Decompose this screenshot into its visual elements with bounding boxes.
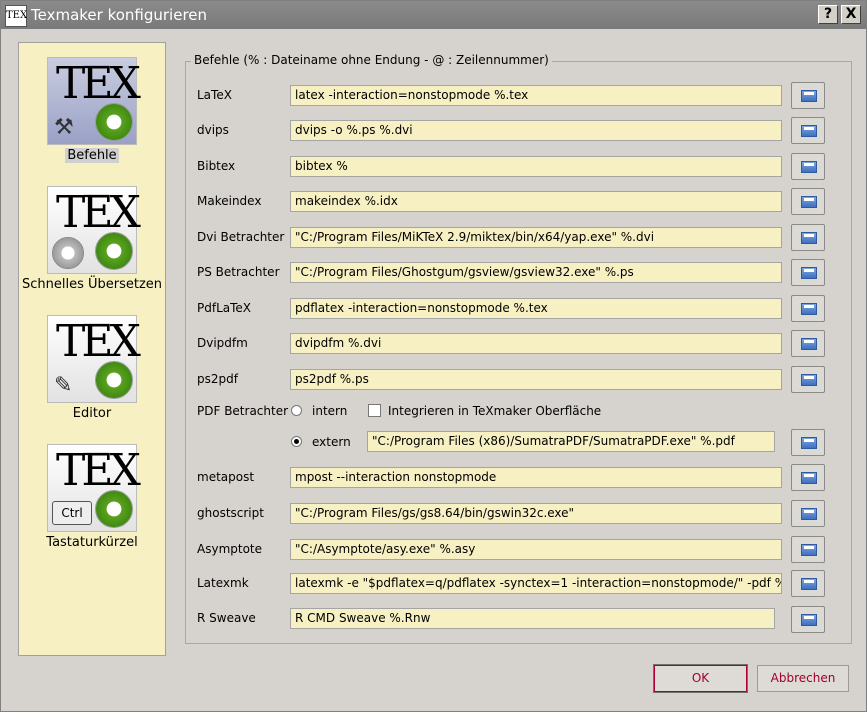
browse-button[interactable] [791,259,825,286]
ctrl-key-icon: Ctrl [52,501,92,525]
gear-icon [95,490,133,528]
browse-button[interactable] [791,153,825,180]
command-input[interactable]: makeindex %.idx [290,191,782,212]
window-title: Texmaker konfigurieren [31,6,208,24]
pdf-viewer-label: PDF Betrachter [197,404,289,418]
config-dialog: TEX Texmaker konfigurieren ? X TEX ⚒ Bef… [0,0,867,712]
command-label: Asymptote [197,542,263,556]
title-bar: TEX Texmaker konfigurieren ? X [1,1,866,29]
browse-button[interactable] [791,570,825,597]
command-input[interactable]: "C:/Asymptote/asy.exe" %.asy [290,539,782,560]
pencil-icon: ✎ [54,373,73,398]
folder-icon [801,338,817,350]
command-label: PdfLaTeX [197,301,252,315]
sidebar-item-schnelles-uebersetzen[interactable]: TEX Schnelles Übersetzen [19,186,165,292]
command-label: PS Betrachter [197,265,280,279]
browse-button[interactable] [791,188,825,215]
command-input[interactable]: mpost --interaction nonstopmode [290,467,782,488]
extern-label: extern [312,435,351,449]
command-input[interactable]: "C:/Program Files/MiKTeX 2.9/miktex/bin/… [290,227,782,248]
folder-icon [801,303,817,315]
intern-label: intern [312,404,348,418]
sidebar-item-label: Tastaturkürzel [46,535,138,550]
quickbuild-tex-icon: TEX [47,186,141,274]
folder-icon [801,161,817,173]
command-label: ghostscript [197,506,264,520]
browse-button[interactable] [791,536,825,563]
browse-button[interactable] [791,82,825,109]
integrate-label: Integrieren in TeXmaker Oberfläche [388,404,602,418]
gear-icon [95,361,133,399]
commands-group-title: Befehle (% : Dateiname ohne Endung - @ :… [191,53,552,67]
extern-radio[interactable] [291,436,302,447]
browse-button[interactable] [791,117,825,144]
command-label: Makeindex [197,194,262,208]
extern-viewer-input[interactable]: "C:/Program Files (x86)/SumatraPDF/Sumat… [367,431,775,452]
sidebar-item-editor[interactable]: TEX ✎ Editor [19,315,165,421]
grey-gear-icon [52,237,84,269]
close-button[interactable]: X [841,5,861,24]
texmaker-app-icon: TEX [5,5,27,27]
sidebar-item-label: Schnelles Übersetzen [21,277,163,292]
sidebar-item-label: Editor [72,406,112,421]
folder-icon [801,267,817,279]
browse-button[interactable] [791,295,825,322]
command-label: ps2pdf [197,372,238,386]
command-input[interactable]: bibtex % [290,156,782,177]
command-input[interactable]: latex -interaction=nonstopmode %.tex [290,85,782,106]
command-input[interactable]: pdflatex -interaction=nonstopmode %.tex [290,298,782,319]
folder-icon [801,614,817,626]
help-button[interactable]: ? [818,5,838,24]
category-sidebar: TEX ⚒ Befehle TEX Schnelles Übersetzen T… [18,42,166,656]
command-input[interactable]: "C:/Program Files/Ghostgum/gsview/gsview… [290,262,782,283]
folder-icon [801,544,817,556]
browse-button[interactable] [791,224,825,251]
ok-button[interactable]: OK [653,664,748,693]
command-label: R Sweave [197,611,256,625]
wrench-icon: ⚒ [54,115,74,140]
integrate-checkbox[interactable] [368,404,381,417]
command-label: Bibtex [197,159,236,173]
sidebar-item-befehle[interactable]: TEX ⚒ Befehle [19,57,165,163]
sidebar-item-tastaturkuerzel[interactable]: TEX Ctrl Tastaturkürzel [19,444,165,550]
shortcuts-tex-icon: TEX Ctrl [47,444,141,532]
folder-icon [801,437,817,449]
folder-icon [801,578,817,590]
folder-icon [801,125,817,137]
folder-icon [801,508,817,520]
commands-tex-icon: TEX ⚒ [47,57,141,145]
browse-button[interactable] [791,464,825,491]
gear-icon [95,103,133,141]
command-label: metapost [197,470,255,484]
folder-icon [801,232,817,244]
sidebar-item-label: Befehle [65,148,119,163]
command-label: Latexmk [197,576,249,590]
command-label: dvips [197,123,229,137]
browse-button[interactable] [791,429,825,456]
browse-button[interactable] [791,500,825,527]
folder-icon [801,472,817,484]
command-input[interactable]: R CMD Sweave %.Rnw [290,608,775,629]
command-label: Dvipdfm [197,336,248,350]
command-label: Dvi Betrachter [197,230,285,244]
command-input[interactable]: dvips -o %.ps %.dvi [290,120,782,141]
command-input[interactable]: "C:/Program Files/gs/gs8.64/bin/gswin32c… [290,503,782,524]
browse-button[interactable] [791,606,825,633]
gear-icon [95,232,133,270]
editor-tex-icon: TEX ✎ [47,315,141,403]
folder-icon [801,374,817,386]
command-label: LaTeX [197,88,232,102]
command-input[interactable]: ps2pdf %.ps [290,369,782,390]
command-input[interactable]: dvipdfm %.dvi [290,333,782,354]
browse-button[interactable] [791,330,825,357]
folder-icon [801,90,817,102]
command-input[interactable]: latexmk -e "$pdflatex=q/pdflatex -syncte… [290,573,782,594]
intern-radio[interactable] [291,405,302,416]
cancel-button[interactable]: Abbrechen [757,665,849,692]
browse-button[interactable] [791,366,825,393]
folder-icon [801,196,817,208]
